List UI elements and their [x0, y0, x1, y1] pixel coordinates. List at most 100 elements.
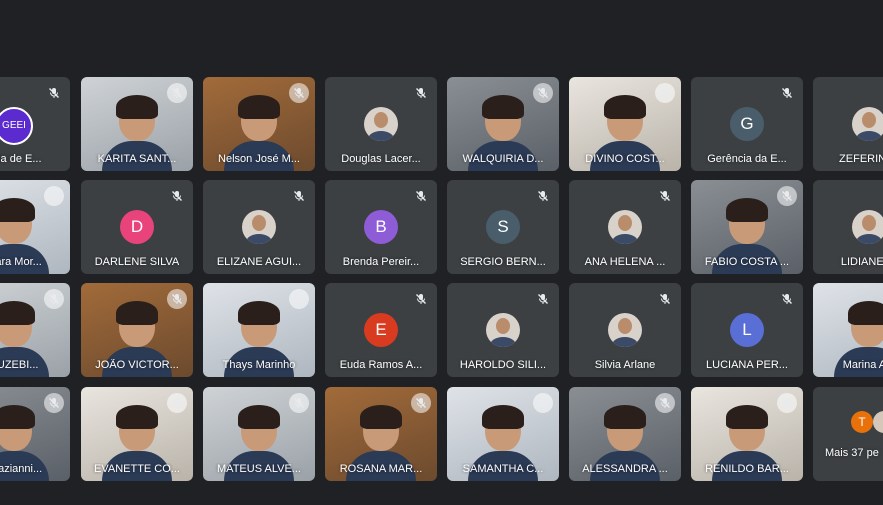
participant-name: ZEFERINA I [839, 153, 883, 165]
participant-tile[interactable]: S SERGIO BERN... [447, 180, 559, 274]
participant-name: HAROLDO SILI... [459, 359, 547, 371]
mic-off-icon [411, 393, 431, 413]
participant-tile[interactable]: SAMANTHA C... [447, 387, 559, 481]
participant-avatar: D [120, 210, 154, 244]
mic-off-icon [777, 289, 797, 309]
participant-tile[interactable]: Nelson José M... [203, 77, 315, 171]
participant-name: MATEUS ALVE... [217, 463, 301, 475]
participant-tile[interactable]: Douglas Lacer... [325, 77, 437, 171]
participant-tile[interactable]: DIVINO COST... [569, 77, 681, 171]
mic-off-icon [533, 393, 553, 413]
mic-off-icon [167, 393, 187, 413]
participant-name: LIDIANE SI [840, 256, 883, 268]
participant-name: DIVINO COST... [585, 153, 665, 165]
participant-tile[interactable]: FABIO COSTA ... [691, 180, 803, 274]
participant-avatar: B [364, 210, 398, 244]
participant-avatar: S [486, 210, 520, 244]
mic-off-icon [777, 83, 797, 103]
mic-off-icon [44, 83, 64, 103]
mic-off-icon [533, 289, 553, 309]
participant-tile[interactable]: JOÃO VICTOR... [81, 283, 193, 377]
participant-avatar [608, 313, 642, 347]
participant-tile[interactable]: LIDIANE SI [813, 180, 883, 274]
participant-name: Douglas Lacer... [341, 153, 421, 165]
participant-name: Mais 37 pe [825, 447, 879, 459]
participant-name: mara Mor... [0, 256, 42, 268]
mic-off-icon [533, 83, 553, 103]
participant-name: Euda Ramos A... [339, 359, 423, 371]
participant-name: Grazianni... [0, 463, 43, 475]
mic-off-icon [411, 186, 431, 206]
participant-avatar [852, 107, 883, 141]
participant-tile[interactable]: L LUCIANA PER... [691, 283, 803, 377]
participant-tile[interactable]: ALESSANDRA ... [569, 387, 681, 481]
participant-name: ALESSANDRA ... [582, 463, 668, 475]
participant-avatar [364, 107, 398, 141]
participant-tile[interactable]: Marina Am [813, 283, 883, 377]
participant-name: SAMANTHA C... [462, 463, 544, 475]
participant-name: Silvia Arlane [594, 359, 656, 371]
participant-tile[interactable]: ZEFERINA I [813, 77, 883, 171]
mic-off-icon [289, 83, 309, 103]
participant-tile[interactable]: ROSANA MAR... [325, 387, 437, 481]
mic-off-icon [655, 289, 675, 309]
mic-off-icon [411, 83, 431, 103]
participant-tile[interactable]: T Mais 37 pe [813, 387, 883, 481]
participant-avatar [608, 210, 642, 244]
mic-off-icon [44, 186, 64, 206]
participant-name: LUCIANA PER... [706, 359, 788, 371]
participant-tile[interactable]: ANA HELENA ... [569, 180, 681, 274]
mic-off-icon [289, 289, 309, 309]
participant-avatar [852, 210, 883, 244]
participant-avatar [242, 210, 276, 244]
participant-tile[interactable]: HAROLDO SILI... [447, 283, 559, 377]
participant-name: EUZEBI... [0, 359, 39, 371]
participant-name: Brenda Pereir... [342, 256, 420, 268]
mic-off-icon [655, 393, 675, 413]
participant-name: DARLENE SILVA [94, 256, 180, 268]
participant-avatar: T [851, 411, 873, 433]
participant-name: ncia de E... [0, 153, 42, 165]
participant-avatar: G [730, 107, 764, 141]
mic-off-icon [777, 393, 797, 413]
participant-tile[interactable]: Thays Marinho [203, 283, 315, 377]
participant-name: Thays Marinho [222, 359, 296, 371]
participant-name: Gerência da E... [707, 153, 787, 165]
mic-off-icon [655, 83, 675, 103]
participant-name: FABIO COSTA ... [704, 256, 790, 268]
participant-tile[interactable]: Silvia Arlane [569, 283, 681, 377]
participant-name: ELIZANE AGUI... [216, 256, 302, 268]
participant-tile[interactable]: mara Mor... [0, 180, 70, 274]
participant-tile[interactable]: GEEI ncia de E... [0, 77, 70, 171]
participant-tile[interactable]: B Brenda Pereir... [325, 180, 437, 274]
participant-name: Marina Am [842, 359, 883, 371]
participant-tile[interactable]: RENILDO BAR... [691, 387, 803, 481]
participant-name: JOÃO VICTOR... [95, 359, 179, 371]
participant-name: ROSANA MAR... [339, 463, 423, 475]
mic-off-icon [533, 186, 553, 206]
more-participants-avatars: T [851, 411, 883, 437]
participant-tile[interactable]: WALQUIRIA D... [447, 77, 559, 171]
mic-off-icon [289, 186, 309, 206]
participant-tile[interactable]: G Gerência da E... [691, 77, 803, 171]
participant-tile[interactable]: ELIZANE AGUI... [203, 180, 315, 274]
participant-tile[interactable]: EUZEBI... [0, 283, 70, 377]
mic-off-icon [44, 289, 64, 309]
mic-off-icon [777, 186, 797, 206]
mic-off-icon [44, 393, 64, 413]
participant-avatar [873, 411, 883, 433]
mic-off-icon [167, 289, 187, 309]
mic-off-icon [167, 83, 187, 103]
participant-tile[interactable]: KARITA SANT... [81, 77, 193, 171]
mic-off-icon [289, 393, 309, 413]
participant-tile[interactable]: E Euda Ramos A... [325, 283, 437, 377]
participant-tile[interactable]: MATEUS ALVE... [203, 387, 315, 481]
participant-logo: GEEI [0, 107, 33, 145]
participant-tile[interactable]: D DARLENE SILVA [81, 180, 193, 274]
participant-avatar: L [730, 313, 764, 347]
participant-tile[interactable]: EVANETTE CO... [81, 387, 193, 481]
participant-name: EVANETTE CO... [94, 463, 180, 475]
participant-tile[interactable]: Grazianni... [0, 387, 70, 481]
mic-off-icon [411, 289, 431, 309]
participant-avatar [486, 313, 520, 347]
